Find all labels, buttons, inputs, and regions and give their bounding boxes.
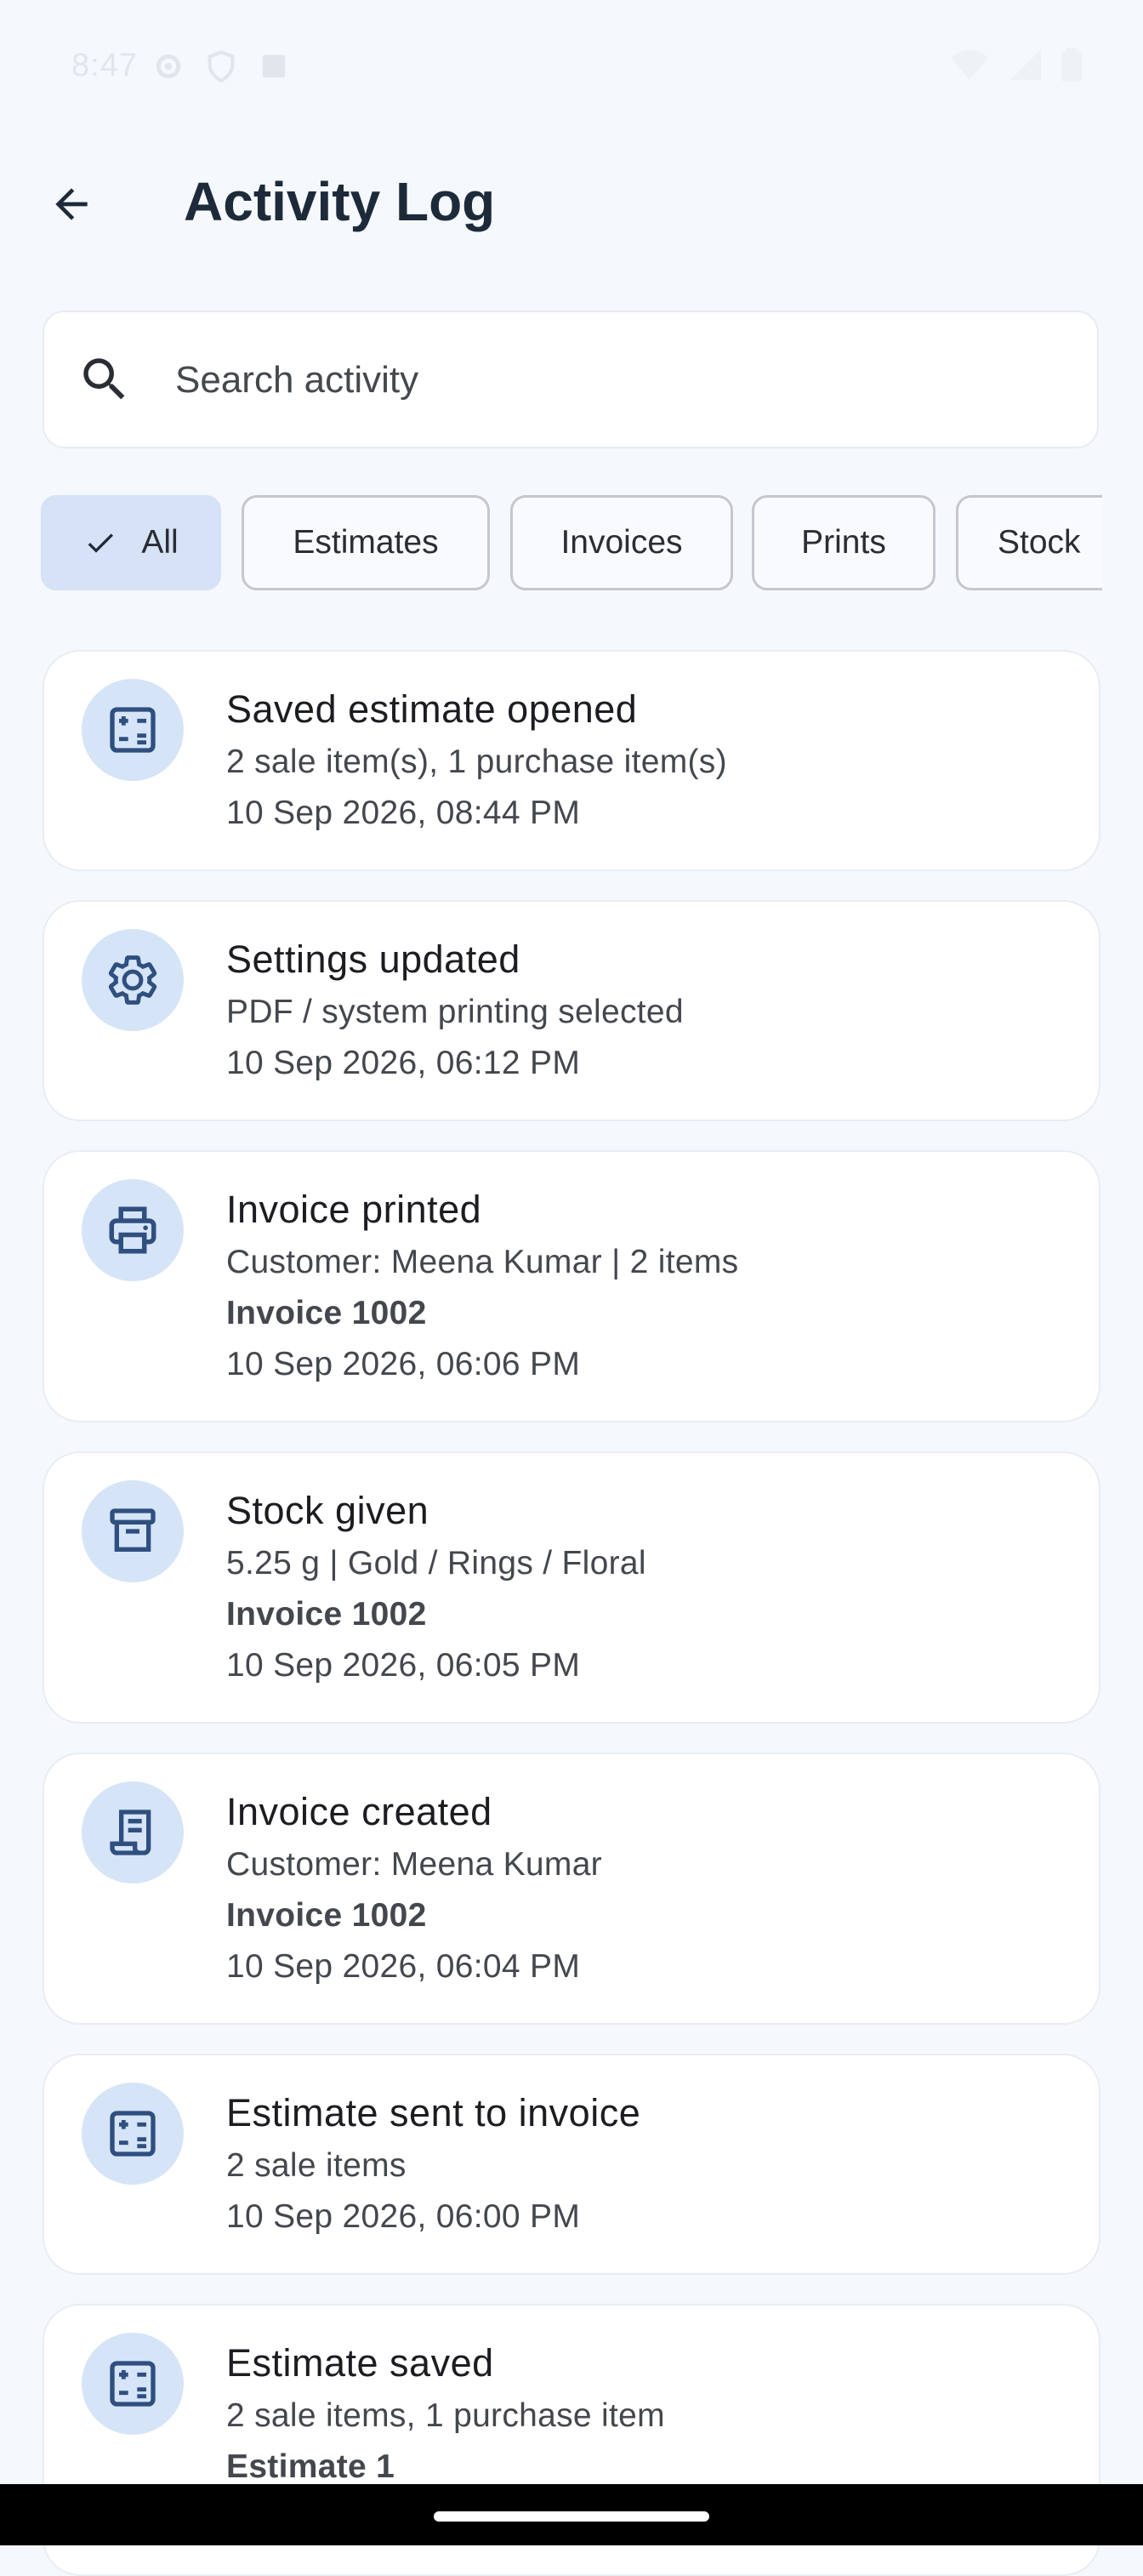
check-icon bbox=[83, 526, 117, 560]
wifi-icon bbox=[951, 50, 988, 80]
search-input[interactable] bbox=[173, 312, 1061, 448]
archive-box-icon bbox=[110, 1508, 156, 1552]
activity-detail: Customer: Meena Kumar | 2 items bbox=[226, 1244, 739, 1280]
activity-detail: 2 sale items bbox=[226, 2147, 407, 2184]
activity-card[interactable]: Stock given 5.25 g | Gold / Rings / Flor… bbox=[43, 1451, 1100, 1724]
filter-chip-label: All bbox=[141, 524, 179, 561]
shield-status-icon bbox=[208, 50, 235, 83]
filter-chip-label: Stock bbox=[998, 524, 1081, 561]
activity-reference: Invoice 1002 bbox=[226, 1897, 427, 1934]
filter-chips: All Estimates Invoices Prints Stock bbox=[41, 495, 1102, 594]
activity-card[interactable]: Estimate sent to invoice 2 sale items 10… bbox=[43, 2054, 1100, 2275]
home-gesture-handle[interactable] bbox=[434, 2511, 709, 2522]
filter-chip-invoices[interactable]: Invoices bbox=[510, 495, 733, 590]
gear-icon bbox=[108, 955, 157, 1005]
activity-title: Estimate saved bbox=[226, 2341, 494, 2385]
signal-icon bbox=[1010, 49, 1041, 80]
activity-timestamp: 10 Sep 2026, 06:06 PM bbox=[226, 1346, 581, 1382]
calculator-icon bbox=[110, 707, 156, 753]
activity-card[interactable]: Invoice printed Customer: Meena Kumar | … bbox=[43, 1150, 1100, 1422]
activity-detail: Customer: Meena Kumar bbox=[226, 1846, 602, 1883]
arrow-back-icon bbox=[55, 188, 88, 220]
activity-timestamp: 10 Sep 2026, 06:00 PM bbox=[226, 2198, 581, 2235]
activity-timestamp: 10 Sep 2026, 06:12 PM bbox=[226, 1045, 581, 1081]
activity-title: Invoice created bbox=[226, 1790, 492, 1833]
filter-chip-label: Invoices bbox=[560, 524, 683, 561]
activity-detail: 2 sale item(s), 1 purchase item(s) bbox=[226, 744, 727, 780]
notification-status-icon bbox=[262, 54, 286, 78]
filter-chip-all[interactable]: All bbox=[41, 495, 221, 590]
system-nav-bar bbox=[0, 2484, 1143, 2545]
filter-chip-label: Prints bbox=[801, 524, 886, 561]
filter-chip-stock[interactable]: Stock bbox=[956, 495, 1102, 590]
activity-timestamp: 10 Sep 2026, 06:04 PM bbox=[226, 1948, 581, 1985]
activity-title: Stock given bbox=[226, 1489, 429, 1532]
printer-icon bbox=[109, 1206, 156, 1254]
page-title: Activity Log bbox=[184, 171, 496, 232]
filter-chip-label: Estimates bbox=[293, 524, 439, 561]
filter-chip-prints[interactable]: Prints bbox=[752, 495, 935, 590]
activity-detail: PDF / system printing selected bbox=[226, 994, 684, 1030]
activity-title: Settings updated bbox=[226, 938, 520, 981]
filter-chip-estimates[interactable]: Estimates bbox=[242, 495, 490, 590]
search-icon bbox=[77, 351, 133, 412]
activity-card[interactable]: Invoice created Customer: Meena Kumar In… bbox=[43, 1752, 1100, 2025]
activity-timestamp: 10 Sep 2026, 06:05 PM bbox=[226, 1647, 581, 1684]
activity-reference: Invoice 1002 bbox=[226, 1295, 427, 1331]
activity-title: Saved estimate opened bbox=[226, 687, 638, 731]
activity-title: Estimate sent to invoice bbox=[226, 2091, 641, 2134]
activity-timestamp: 10 Sep 2026, 08:44 PM bbox=[226, 795, 581, 831]
receipt-icon bbox=[110, 1809, 151, 1855]
activity-reference: Invoice 1002 bbox=[226, 1596, 427, 1633]
settings-status-icon bbox=[156, 54, 181, 79]
status-bar: 8:47 bbox=[0, 0, 1143, 128]
activity-detail: 2 sale items, 1 purchase item bbox=[226, 2397, 665, 2434]
app-bar: Activity Log bbox=[0, 145, 1143, 264]
back-button[interactable] bbox=[34, 167, 109, 242]
calculator-icon bbox=[110, 2111, 156, 2157]
search-bar[interactable] bbox=[43, 311, 1099, 448]
activity-card[interactable]: Saved estimate opened 2 sale item(s), 1 … bbox=[43, 650, 1100, 871]
activity-detail: 5.25 g | Gold / Rings / Floral bbox=[226, 1545, 646, 1582]
status-time: 8:47 bbox=[71, 48, 138, 83]
activity-card[interactable]: Settings updated PDF / system printing s… bbox=[43, 900, 1100, 1121]
activity-title: Invoice printed bbox=[226, 1188, 482, 1231]
calculator-icon bbox=[110, 2361, 156, 2407]
battery-icon bbox=[1061, 48, 1082, 82]
